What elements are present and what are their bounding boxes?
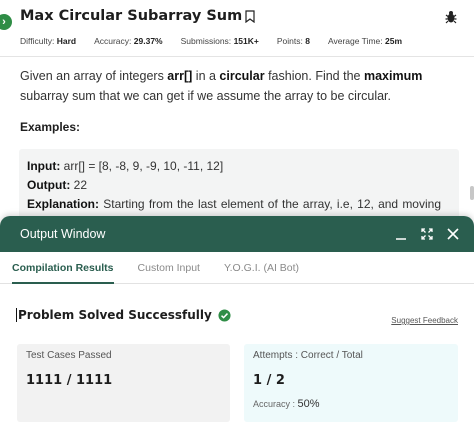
description-text: in a <box>192 69 220 83</box>
description-bold: circular <box>219 69 265 83</box>
test-cases-card: Test Cases Passed 1111 / 1111 <box>17 344 230 422</box>
difficulty-value: Hard <box>56 36 77 46</box>
check-circle-icon <box>218 308 231 322</box>
points: Points: 8 <box>277 36 310 46</box>
submissions: Submissions: 151K+ <box>181 36 259 46</box>
input-value: arr[] = [8, -8, 9, -9, 10, -11, 12] <box>60 159 224 173</box>
average-time: Average Time: 25m <box>328 36 402 46</box>
divider <box>0 56 474 57</box>
suggest-feedback-link[interactable]: Suggest Feedback <box>391 316 458 325</box>
explanation-word: array, <box>302 197 333 211</box>
accuracy: Accuracy: 29.37% <box>94 36 163 46</box>
explanation-word: from <box>148 197 173 211</box>
description-text: fashion. Find the <box>264 69 364 83</box>
explanation-word: 12, <box>357 197 374 211</box>
attempts-accuracy-value: 50% <box>297 398 320 410</box>
output-value: 22 <box>70 178 87 192</box>
bookmark-icon[interactable] <box>245 9 255 23</box>
attempts-card: Attempts : Correct / Total 1 / 2 Accurac… <box>244 344 458 422</box>
description-text: Given an array of integers <box>20 69 168 83</box>
points-label: Points: <box>276 36 303 46</box>
example-input: Input: arr[] = [8, -8, 9, -9, 10, -11, 1… <box>27 157 451 176</box>
difficulty-label: Difficulty: <box>20 36 55 46</box>
bug-report-icon[interactable] <box>444 10 458 24</box>
description-text: subarray sum that we can get if we assum… <box>20 89 392 103</box>
explanation-word: i.e, <box>336 197 353 211</box>
explanation-word: of <box>267 197 278 211</box>
minimize-icon[interactable] <box>394 227 408 241</box>
explanation-word: moving <box>402 197 441 211</box>
output-window-header: Output Window <box>0 216 474 252</box>
accuracy-label: Accuracy: <box>94 36 132 46</box>
example-explanation: Explanation: Starting from the last element o… <box>27 195 441 214</box>
description-bold: arr[] <box>167 69 193 83</box>
examples-heading: Examples: <box>20 120 81 134</box>
difficulty: Difficulty: Hard <box>20 36 76 46</box>
explanation-word: the <box>282 197 299 211</box>
submissions-label: Submissions: <box>180 36 232 46</box>
accuracy-value: 29.37% <box>133 36 163 46</box>
average-time-value: 25m <box>385 36 403 46</box>
problem-description: Given an array of integers arr[] in a ci… <box>20 66 460 106</box>
expand-icon[interactable] <box>420 227 434 241</box>
tab-compilation-results[interactable]: Compilation Results <box>12 252 114 284</box>
close-icon[interactable] <box>446 227 460 241</box>
attempts-label: Attempts : Correct / Total <box>253 350 363 361</box>
output-label: Output: <box>27 178 71 192</box>
explanation-word: Starting <box>103 197 145 211</box>
window-controls <box>382 216 460 252</box>
test-cases-value: 1111 / 1111 <box>26 373 113 388</box>
output-window-title: Output Window <box>20 227 106 241</box>
problem-title: Max Circular Subarray Sum <box>20 8 243 24</box>
problem-meta: Difficulty: Hard Accuracy: 29.37% Submis… <box>20 36 420 46</box>
average-time-label: Average Time: <box>327 36 383 46</box>
problem-title-row: Max Circular Subarray Sum <box>20 8 255 24</box>
attempts-accuracy-label: Accuracy : <box>253 399 296 409</box>
explanation-word: last <box>197 197 217 211</box>
submissions-value: 151K+ <box>233 36 259 46</box>
text-caret <box>16 308 17 322</box>
explanation-word: the <box>177 197 194 211</box>
example-output: Output: 22 <box>27 176 451 195</box>
explanation-word: and <box>378 197 399 211</box>
explanation-word: element <box>220 197 264 211</box>
output-tabs: Compilation Results Custom Input Y.O.G.I… <box>0 252 474 284</box>
test-cases-label: Test Cases Passed <box>26 350 112 361</box>
result-status: Problem Solved Successfully <box>16 308 231 322</box>
result-text: Problem Solved Successfully <box>18 308 212 322</box>
explanation-label: Explanation: <box>27 197 100 211</box>
input-label: Input: <box>27 159 61 173</box>
scrollbar-thumb[interactable] <box>470 186 474 200</box>
accuracy-row: Accuracy : 50% <box>253 398 449 410</box>
description-bold: maximum <box>363 69 423 83</box>
tab-custom-input[interactable]: Custom Input <box>138 252 200 283</box>
output-window: Output Window Compilation Results Custom… <box>0 216 474 428</box>
points-value: 8 <box>305 36 310 46</box>
attempts-value: 1 / 2 <box>253 373 285 388</box>
tab-yogi-ai-bot[interactable]: Y.O.G.I. (AI Bot) <box>224 252 299 283</box>
collapse-panel-button[interactable]: › <box>0 14 12 30</box>
